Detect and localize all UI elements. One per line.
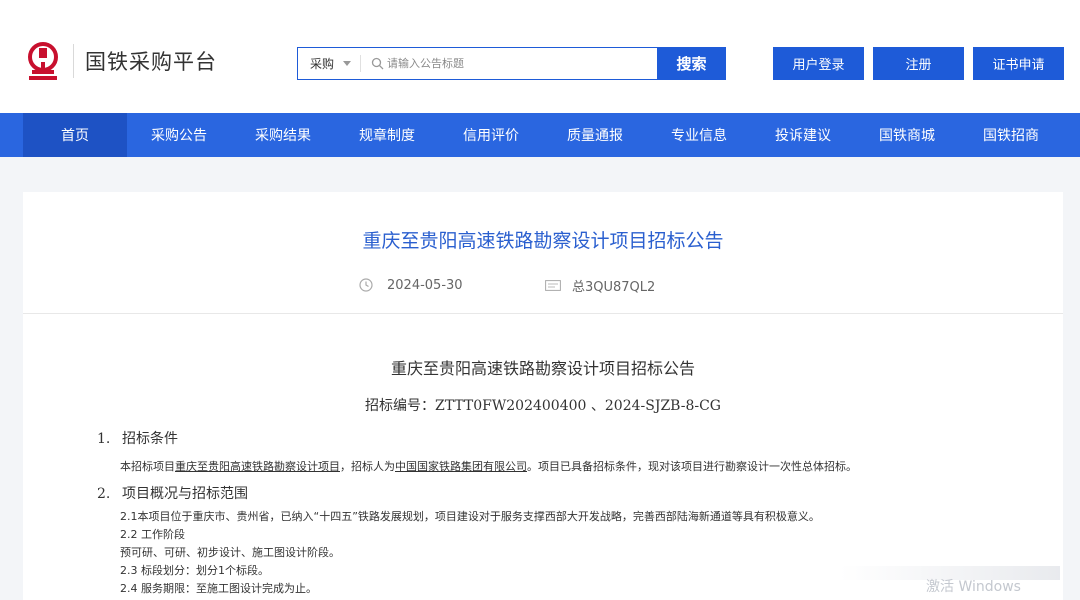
- nav-item-procurement-result[interactable]: 采购结果: [231, 113, 335, 157]
- paragraph-text: ，招标人为: [340, 460, 395, 473]
- nav-item-procurement-notice[interactable]: 采购公告: [127, 113, 231, 157]
- nav-item-investment[interactable]: 国铁招商: [959, 113, 1063, 157]
- notice-id: 总3QU87QL2: [545, 277, 656, 295]
- section-number: 2.: [97, 486, 111, 502]
- nav-item-credit[interactable]: 信用评价: [439, 113, 543, 157]
- nav-item-professional-info[interactable]: 专业信息: [647, 113, 751, 157]
- paragraph-text: 。项目已具备招标条件，现对该项目进行勘察设计一次性总体招标。: [527, 460, 857, 473]
- search-category-label: 采购: [310, 57, 335, 71]
- chevron-down-icon: [343, 61, 352, 66]
- nav-item-home[interactable]: 首页: [23, 113, 127, 157]
- section-2-line: 2.4 服务期限：至施工图设计完成为止。: [120, 582, 317, 595]
- nav-item-mall[interactable]: 国铁商城: [855, 113, 959, 157]
- paragraph-text: 本招标项目: [120, 460, 175, 473]
- nav-item-complaint[interactable]: 投诉建议: [751, 113, 855, 157]
- document-code: 招标编号：ZTTT0FW202400400 、2024-SJZB-8-CG: [365, 398, 721, 414]
- section-number: 1.: [97, 431, 111, 447]
- nav-item-regulations[interactable]: 规章制度: [335, 113, 439, 157]
- header: 国铁采购平台 采购 搜索 用户登录 注册 证书申请: [0, 0, 1080, 113]
- cert-apply-button[interactable]: 证书申请: [973, 47, 1064, 80]
- register-button[interactable]: 注册: [873, 47, 964, 80]
- windows-activation-watermark: 激活 Windows: [926, 579, 1021, 595]
- section-title: 招标条件: [122, 431, 178, 447]
- notice-id-value: 总3QU87QL2: [572, 279, 656, 295]
- railway-logo-icon[interactable]: [22, 40, 64, 82]
- nav-item-quality[interactable]: 质量通报: [543, 113, 647, 157]
- section-2-line: 预可研、可研、初步设计、施工图设计阶段。: [120, 546, 340, 559]
- main-nav: 首页 采购公告 采购结果 规章制度 信用评价 质量通报 专业信息 投诉建议 国铁…: [0, 113, 1080, 157]
- login-button[interactable]: 用户登录: [773, 47, 864, 80]
- id-badge-icon: [545, 279, 561, 291]
- section-heading-2: 2. 项目概况与招标范围: [97, 483, 248, 503]
- site-name[interactable]: 国铁采购平台: [85, 46, 217, 76]
- project-name-link[interactable]: 重庆至贵阳高速铁路勘察设计项目: [175, 460, 340, 473]
- search-icon: [371, 57, 384, 70]
- section-2-line: 2.1本项目位于重庆市、贵州省，已纳入“十四五”铁路发展规划，项目建设对于服务支…: [120, 510, 820, 523]
- card-divider: [23, 313, 1063, 314]
- section-2-line: 2.3 标段划分：划分1个标段。: [120, 564, 269, 577]
- search-box: 采购: [297, 47, 659, 80]
- section-heading-1: 1. 招标条件: [97, 428, 178, 448]
- notice-date: 2024-05-30: [359, 277, 463, 293]
- search-input[interactable]: [387, 48, 647, 79]
- clock-icon: [359, 278, 373, 292]
- search-separator: [360, 55, 361, 72]
- tenderer-link[interactable]: 中国国家铁路集团有限公司: [395, 460, 527, 473]
- notice-title: 重庆至贵阳高速铁路勘察设计项目招标公告: [362, 230, 724, 252]
- logo-divider: [73, 44, 74, 78]
- search-category-select[interactable]: 采购: [298, 48, 360, 79]
- section-title: 项目概况与招标范围: [122, 486, 248, 502]
- search-button[interactable]: 搜索: [657, 47, 726, 80]
- section-2-line: 2.2 工作阶段: [120, 528, 185, 541]
- notice-date-value: 2024-05-30: [387, 277, 463, 293]
- section-1-paragraph: 本招标项目重庆至贵阳高速铁路勘察设计项目，招标人为中国国家铁路集团有限公司。项目…: [120, 458, 857, 474]
- document-title: 重庆至贵阳高速铁路勘察设计项目招标公告: [390, 359, 695, 378]
